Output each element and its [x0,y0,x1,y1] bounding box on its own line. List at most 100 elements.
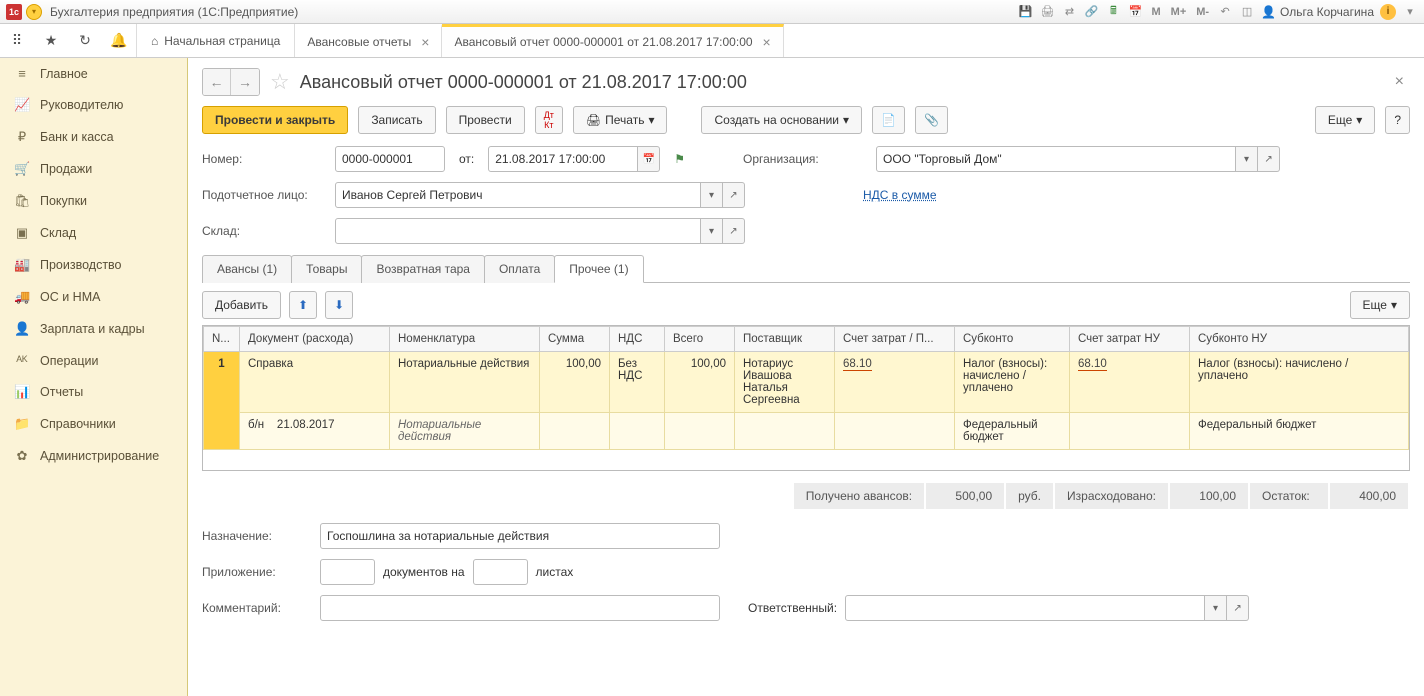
ruble-icon: ₽ [14,129,30,145]
back-icon[interactable]: ↶ [1217,4,1233,20]
title-bar: 1c ▾ Бухгалтерия предприятия (1С:Предпри… [0,0,1424,24]
sidebar-item-catalogs[interactable]: 📁Справочники [0,408,187,440]
attach-button[interactable]: 📎 [915,106,948,134]
close-icon[interactable]: × [421,34,429,50]
factory-icon: 🏭 [14,257,30,273]
history-icon[interactable]: ↻ [74,30,96,52]
forward-button[interactable]: → [231,69,259,95]
sidebar-item-warehouse[interactable]: ▣Склад [0,217,187,249]
sidebar-item-operations[interactable]: ᴬᴷОперации [0,345,187,376]
sidebar-item-reports[interactable]: 📊Отчеты [0,376,187,408]
info-icon[interactable]: i [1380,4,1396,20]
org-input[interactable]: ООО "Торговый Дом" [876,146,1236,172]
panel-icon[interactable]: ◫ [1239,4,1255,20]
comment-input[interactable] [320,595,720,621]
sheets-count-input[interactable] [473,559,528,585]
dropdown-button[interactable]: ▾ [701,218,723,244]
apps-icon[interactable]: ⠿ [6,30,28,52]
status-flag-icon[interactable]: ⚑ [674,152,685,166]
number-input[interactable]: 0000-000001 [335,146,445,172]
bell-icon[interactable]: 🔔 [108,30,130,52]
dropdown-button[interactable]: ▾ [1205,595,1227,621]
open-button[interactable]: ↗ [723,182,745,208]
sidebar-item-sales[interactable]: 🛒Продажи [0,153,187,185]
tab-advances[interactable]: Авансы (1) [202,255,292,283]
save-button[interactable]: Записать [358,106,435,134]
dropdown-button[interactable]: ▾ [1236,146,1258,172]
tab-advance-report-doc[interactable]: Авансовый отчет 0000-000001 от 21.08.201… [442,24,783,57]
number-label: Номер: [202,152,327,166]
compare-icon[interactable]: ⇄ [1061,4,1077,20]
sidebar-item-assets[interactable]: 🚚ОС и НМА [0,281,187,313]
tab-advance-reports[interactable]: Авансовые отчеты × [295,24,442,57]
person-input[interactable]: Иванов Сергей Петрович [335,182,701,208]
sidebar-item-main[interactable]: ≡Главное [0,58,187,89]
attach-label: Приложение: [202,565,312,579]
create-based-on-button[interactable]: Создать на основании ▾ [701,106,862,134]
table-row[interactable]: б/н 21.08.2017 Нотариальные действия Фед… [204,413,1409,450]
link-icon[interactable]: 🔗 [1083,4,1099,20]
help-button[interactable]: ? [1385,106,1410,134]
calendar-icon[interactable]: 📅 [1127,4,1143,20]
open-button[interactable]: ↗ [1227,595,1249,621]
print-button[interactable]: 🖨 Печать ▾ [573,106,668,134]
open-button[interactable]: ↗ [723,218,745,244]
close-icon[interactable]: × [763,34,771,50]
star-icon[interactable]: ★ [40,30,62,52]
vat-link[interactable]: НДС в сумме [863,188,937,202]
purpose-input[interactable]: Госпошлина за нотариальные действия [320,523,720,549]
dropdown-icon[interactable]: ▾ [1402,4,1418,20]
tab-other[interactable]: Прочее (1) [554,255,643,283]
sidebar-item-salary[interactable]: 👤Зарплата и кадры [0,313,187,345]
print-icon[interactable]: 🖨 [1039,4,1055,20]
sidebar-item-purchases[interactable]: 🛍Покупки [0,185,187,217]
responsible-input[interactable] [845,595,1205,621]
sidebar-item-production[interactable]: 🏭Производство [0,249,187,281]
save-icon[interactable]: 💾 [1017,4,1033,20]
memory-mplus[interactable]: M+ [1169,6,1189,18]
files-button[interactable]: 📄 [872,106,905,134]
user-menu[interactable]: 👤 Ольга Корчагина [1261,5,1374,19]
balance-value: 400,00 [1330,483,1410,509]
table-header-row: N... Документ (расхода) Номенклатура Сум… [204,327,1409,352]
memory-m[interactable]: M [1149,6,1162,18]
move-down-button[interactable]: ⬇ [325,291,353,319]
tab-goods[interactable]: Товары [291,255,362,283]
post-and-close-button[interactable]: Провести и закрыть [202,106,348,134]
close-doc-button[interactable]: × [1389,73,1410,91]
advances-label: Получено авансов: [794,483,926,509]
back-button[interactable]: ← [203,69,231,95]
favorite-star-icon[interactable]: ☆ [270,69,290,95]
home-tab[interactable]: ⌂ Начальная страница [137,24,295,57]
sidebar-item-admin[interactable]: ✿Администрирование [0,440,187,472]
calc-icon[interactable]: 🖩 [1105,4,1121,20]
warehouse-label: Склад: [202,224,327,238]
move-up-button[interactable]: ⬆ [289,291,317,319]
bag-icon: 🛍 [14,193,30,209]
expense-table[interactable]: N... Документ (расхода) Номенклатура Сум… [203,326,1409,450]
calendar-picker-button[interactable]: 📅 [638,146,660,172]
docs-count-input[interactable] [320,559,375,585]
tab-payment[interactable]: Оплата [484,255,555,283]
warehouse-input[interactable] [335,218,701,244]
sidebar-item-bank[interactable]: ₽Банк и касса [0,121,187,153]
add-row-button[interactable]: Добавить [202,291,281,319]
table-more-button[interactable]: Еще ▾ [1350,291,1410,319]
date-input[interactable]: 21.08.2017 17:00:00 [488,146,638,172]
more-button[interactable]: Еще ▾ [1315,106,1375,134]
result-button[interactable]: ДтКт [535,106,563,134]
sidebar-item-manager[interactable]: 📈Руководителю [0,89,187,121]
advances-value: 500,00 [926,483,1006,509]
spent-label: Израсходовано: [1055,483,1170,509]
memory-mminus[interactable]: M- [1194,6,1211,18]
open-button[interactable]: ↗ [1258,146,1280,172]
cart-icon: 🛒 [14,161,30,177]
tab-return-tare[interactable]: Возвратная тара [361,255,485,283]
app-menu-dropdown[interactable]: ▾ [26,4,42,20]
dropdown-button[interactable]: ▾ [701,182,723,208]
folder-icon: 📁 [14,416,30,432]
table-row[interactable]: 1 Справка Нотариальные действия 100,00 Б… [204,352,1409,413]
responsible-label: Ответственный: [748,601,837,615]
dkt-icon: ДтКт [544,110,554,130]
post-button[interactable]: Провести [446,106,525,134]
